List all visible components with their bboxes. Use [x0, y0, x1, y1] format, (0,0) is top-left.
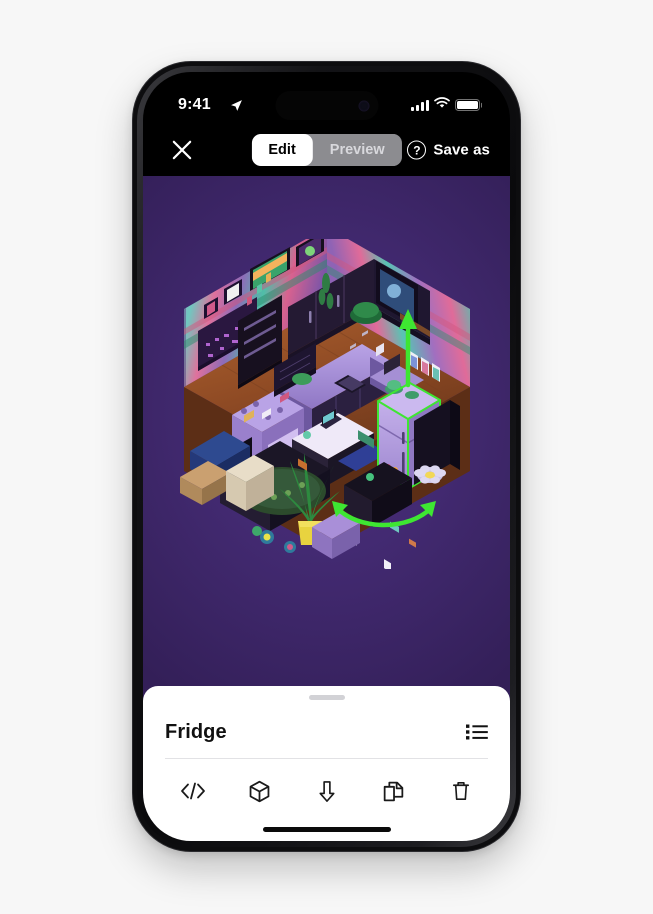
- save-as-label: Save as: [433, 141, 490, 159]
- code-brackets-icon[interactable]: [173, 771, 213, 811]
- top-toolbar: Edit Preview ? Save as: [143, 124, 510, 176]
- duplicate-pages-icon[interactable]: [374, 771, 414, 811]
- cellular-signal-icon: [411, 99, 429, 111]
- question-mark-circle-icon[interactable]: ?: [407, 140, 427, 160]
- sheet-header: Fridge: [143, 708, 510, 756]
- status-time: 9:41: [178, 96, 211, 113]
- sheet-action-bar: [143, 768, 510, 814]
- status-bar: 9:41: [143, 72, 510, 124]
- front-camera-icon: [358, 100, 369, 111]
- download-arrow-icon[interactable]: [307, 771, 347, 811]
- divider: [165, 758, 488, 759]
- battery-full-icon: [455, 99, 480, 111]
- edit-preview-segmented-control[interactable]: Edit Preview: [251, 134, 402, 166]
- drag-handle-icon[interactable]: [308, 695, 345, 700]
- tab-preview[interactable]: Preview: [312, 134, 402, 166]
- home-indicator-bar[interactable]: [262, 827, 391, 832]
- editor-canvas[interactable]: [143, 176, 510, 736]
- tab-edit[interactable]: Edit: [251, 134, 313, 166]
- wifi-icon: [434, 96, 450, 114]
- object-detail-sheet: Fridge: [143, 686, 510, 841]
- phone-screen: 9:41 Edit Preview ? Save as Fridge: [143, 72, 510, 841]
- bulleted-list-icon[interactable]: [466, 723, 488, 741]
- isometric-room-scene[interactable]: [162, 227, 492, 630]
- close-x-icon[interactable]: [169, 137, 195, 163]
- cube-3d-icon[interactable]: [240, 771, 280, 811]
- save-as-button[interactable]: ? Save as: [407, 140, 490, 160]
- location-arrow-icon: [230, 99, 243, 117]
- dynamic-island: [275, 91, 378, 120]
- page-title: Fridge: [165, 720, 227, 743]
- trash-can-icon[interactable]: [441, 771, 481, 811]
- phone-device-frame: 9:41 Edit Preview ? Save as Fridge: [133, 62, 520, 851]
- status-indicators: [411, 96, 480, 114]
